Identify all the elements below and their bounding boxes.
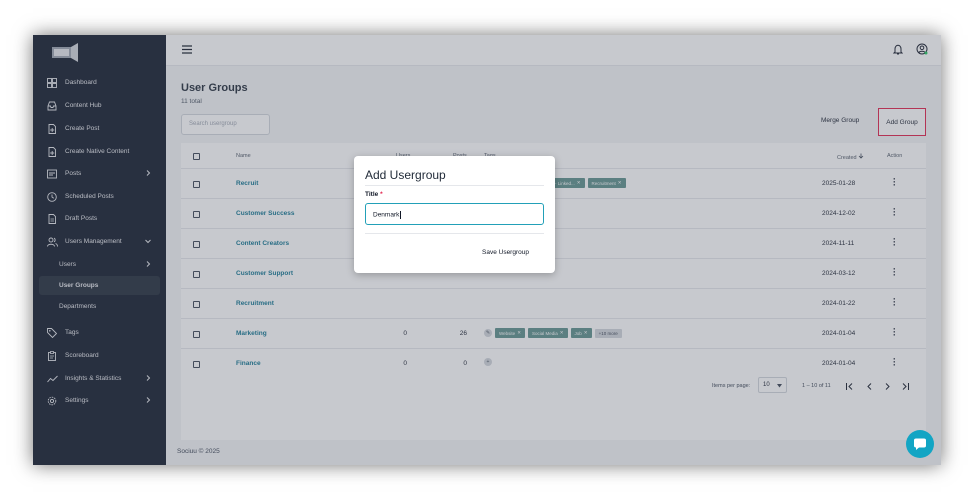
divider (365, 233, 544, 234)
save-usergroup-button[interactable]: Save Usergroup (482, 249, 529, 256)
divider (365, 185, 544, 186)
text-cursor (400, 211, 401, 219)
add-usergroup-dialog: Add Usergroup Title * Denmark Save Userg… (354, 156, 555, 273)
chat-icon (914, 438, 926, 450)
title-label-text: Title (365, 191, 379, 198)
dialog-title: Add Usergroup (365, 168, 446, 182)
title-input-value: Denmark (373, 211, 400, 219)
chat-button[interactable] (906, 430, 934, 458)
required-mark: * (380, 191, 383, 198)
title-field-label: Title * (365, 191, 383, 198)
title-input[interactable]: Denmark (365, 203, 544, 225)
